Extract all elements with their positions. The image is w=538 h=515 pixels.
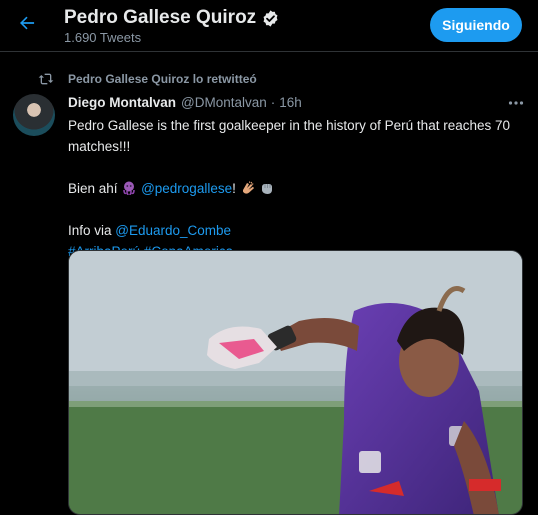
profile-header: Pedro Gallese Quiroz 1.690 Tweets Siguie… xyxy=(0,0,538,52)
more-options-button[interactable] xyxy=(506,94,526,112)
clapping-hands-emoji-icon xyxy=(242,181,254,194)
meta-separator: · xyxy=(270,95,276,110)
retweet-icon xyxy=(38,73,54,85)
author-name[interactable]: Diego Montalvan xyxy=(68,94,176,112)
page-title: Pedro Gallese Quiroz xyxy=(64,7,257,28)
tweet-line-1: Pedro Gallese is the first goalkeeper in… xyxy=(68,118,510,154)
goalkeeper-photo xyxy=(69,251,522,514)
tweet-count: 1.690 Tweets xyxy=(64,30,142,45)
author-handle[interactable]: @DMontalvan xyxy=(181,94,267,112)
tweet-time[interactable]: 16h xyxy=(279,94,302,112)
line2-exclaim: ! xyxy=(232,181,236,196)
tweet-content: Diego Montalvan @DMontalvan · 16h Pedro … xyxy=(68,94,526,262)
retweet-context: Pedro Gallese Quiroz lo retwitteó xyxy=(38,72,257,86)
back-button[interactable] xyxy=(14,10,40,36)
retweet-label: Pedro Gallese Quiroz lo retwitteó xyxy=(68,72,257,86)
fist-emoji-icon xyxy=(262,184,273,194)
mention-pedrogallese[interactable]: @pedrogallese xyxy=(141,181,232,196)
tweet-line-3: Info via @Eduardo_Combe xyxy=(68,220,523,241)
line2-prefix: Bien ahí xyxy=(68,181,118,196)
tweet-line-2: Bien ahí @pedrogallese! xyxy=(68,178,523,199)
tweet-meta: Diego Montalvan @DMontalvan · 16h xyxy=(68,94,523,112)
header-title-block: Pedro Gallese Quiroz 1.690 Tweets xyxy=(64,7,280,46)
arrow-left-icon xyxy=(20,16,35,30)
following-button[interactable]: Siguiendo xyxy=(430,8,522,42)
tweet-text: Pedro Gallese is the first goalkeeper in… xyxy=(68,115,523,262)
tweet-card[interactable]: Pedro Gallese Quiroz lo retwitteó Diego … xyxy=(0,60,538,515)
info-prefix: Info via xyxy=(68,223,112,238)
author-avatar[interactable] xyxy=(13,94,55,136)
more-options-icon xyxy=(508,101,524,105)
verified-badge-icon xyxy=(263,9,278,27)
tweet-photo[interactable] xyxy=(68,250,523,515)
mention-eduardo-combe[interactable]: @Eduardo_Combe xyxy=(115,223,231,238)
octopus-emoji-icon xyxy=(123,181,136,195)
